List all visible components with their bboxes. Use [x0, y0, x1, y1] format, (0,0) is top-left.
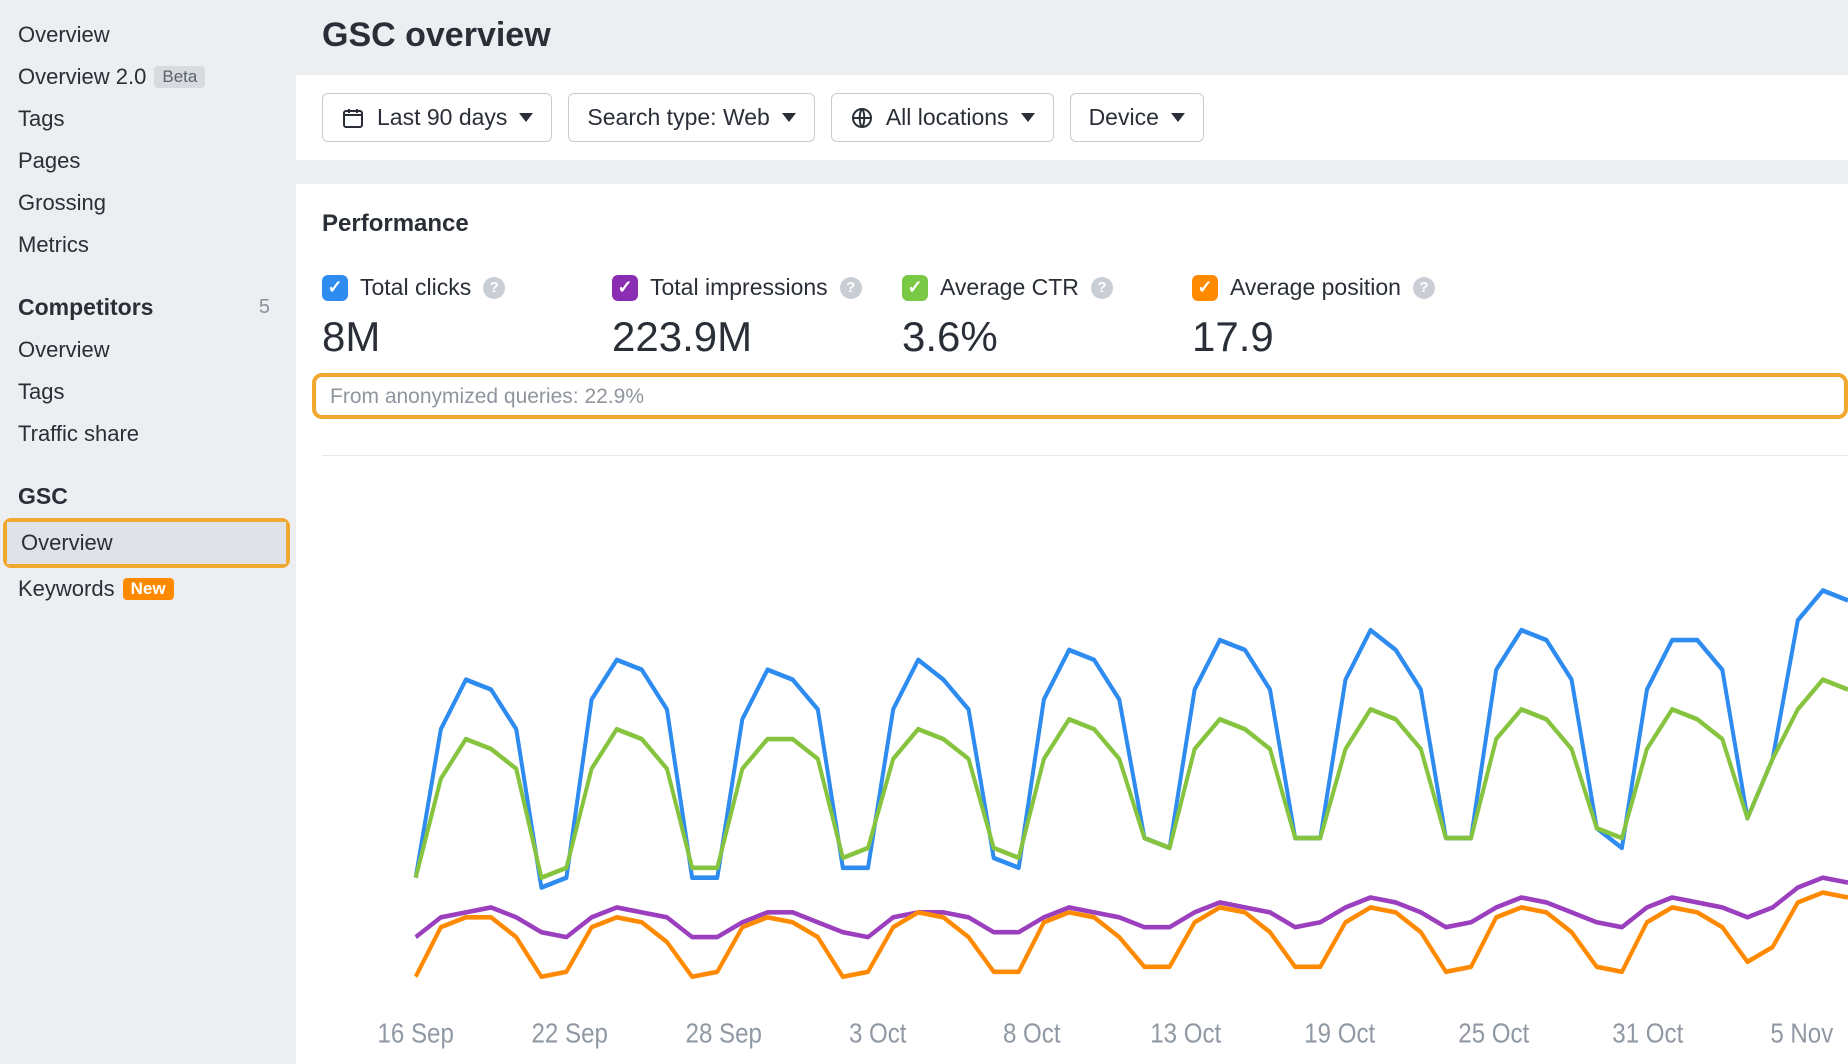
- performance-panel: Performance ✓Total clicks?8M✓Total impre…: [296, 184, 1848, 1064]
- calendar-icon: [341, 106, 365, 130]
- beta-badge: Beta: [154, 66, 205, 88]
- x-tick-label: 25 Oct: [1458, 1017, 1530, 1049]
- sidebar-item[interactable]: Overview: [7, 522, 286, 564]
- x-tick-label: 5 Nov: [1770, 1017, 1833, 1049]
- sidebar-item[interactable]: Overview: [0, 14, 296, 56]
- metric-checkbox[interactable]: ✓: [902, 275, 928, 301]
- sidebar-item[interactable]: Grossing: [0, 182, 296, 224]
- x-tick-label: 13 Oct: [1150, 1017, 1222, 1049]
- metric-checkbox[interactable]: ✓: [612, 275, 638, 301]
- sidebar-item[interactable]: Keywords New: [0, 568, 296, 610]
- metric-label: Average position: [1230, 274, 1401, 301]
- sidebar-item-label: Grossing: [18, 190, 106, 216]
- x-tick-label: 28 Sep: [686, 1017, 762, 1049]
- filter-locations-label: All locations: [886, 104, 1009, 131]
- anonymized-note: From anonymized queries: 22.9%: [330, 385, 644, 408]
- sidebar-top-group: Overview Overview 2.0 Beta Tags Pages Grossin…: [0, 14, 296, 266]
- metric-value: 3.6%: [902, 313, 1192, 361]
- filter-bar: Last 90 days Search type: Web All locati…: [296, 75, 1848, 160]
- metric-label: Average CTR: [940, 274, 1079, 301]
- help-icon[interactable]: ?: [840, 277, 862, 299]
- x-tick-label: 31 Oct: [1612, 1017, 1684, 1049]
- sidebar-item-label: Traffic share: [18, 421, 139, 447]
- sidebar-item[interactable]: Overview 2.0 Beta: [0, 56, 296, 98]
- x-tick-label: 8 Oct: [1003, 1017, 1061, 1049]
- filter-search-type[interactable]: Search type: Web: [568, 93, 814, 142]
- new-badge: New: [123, 578, 174, 600]
- sidebar-item[interactable]: Tags: [0, 371, 296, 413]
- sidebar-section-competitors[interactable]: Competitors 5: [0, 284, 296, 329]
- sidebar-competitors-group: Overview Tags Traffic share: [0, 329, 296, 455]
- x-tick-label: 22 Sep: [532, 1017, 608, 1049]
- sidebar-item-label: Overview 2.0: [18, 64, 146, 90]
- metric-average-position: ✓ Average position? 17.9: [1192, 274, 1482, 361]
- sidebar: Overview Overview 2.0 Beta Tags Pages Grossin…: [0, 0, 296, 1064]
- filter-device[interactable]: Device: [1070, 93, 1204, 142]
- chevron-down-icon: [1171, 113, 1185, 122]
- metric-label: Total impressions: [650, 274, 828, 301]
- sidebar-count: 5: [259, 296, 270, 319]
- filter-locations[interactable]: All locations: [831, 93, 1054, 142]
- sidebar-item-label: Metrics: [18, 232, 89, 258]
- x-tick-label: 19 Oct: [1304, 1017, 1376, 1049]
- metric-checkbox[interactable]: ✓: [322, 275, 348, 301]
- x-tick-label: 16 Sep: [378, 1017, 454, 1049]
- page-title: GSC overview: [296, 0, 1848, 75]
- sidebar-item-label: Tags: [18, 106, 64, 132]
- chevron-down-icon: [1021, 113, 1035, 122]
- globe-icon: [850, 106, 874, 130]
- metrics-row: ✓Total clicks?8M✓Total impressions?223.9…: [322, 274, 1848, 361]
- filter-date[interactable]: Last 90 days: [322, 93, 552, 142]
- sidebar-section-label: GSC: [18, 483, 68, 510]
- metric-average-ctr: ✓ Average CTR? 3.6%: [902, 274, 1192, 361]
- sidebar-section-gsc[interactable]: GSC: [0, 473, 296, 518]
- help-icon[interactable]: ?: [1091, 277, 1113, 299]
- filter-date-label: Last 90 days: [377, 104, 507, 131]
- help-icon[interactable]: ?: [483, 277, 505, 299]
- sidebar-item[interactable]: Overview: [0, 329, 296, 371]
- performance-chart[interactable]: 16 Sep 22 Sep 28 Sep 3 Oct 8 Oct 13 Oct 19 Oct…: [322, 455, 1848, 1064]
- panel-title: Performance: [322, 210, 1848, 238]
- sidebar-item[interactable]: Traffic share: [0, 413, 296, 455]
- filter-device-label: Device: [1089, 104, 1159, 131]
- anonymized-highlight: From anonymized queries: 22.9%: [312, 373, 1848, 419]
- chart-series: [416, 591, 1848, 888]
- sidebar-item[interactable]: Tags: [0, 98, 296, 140]
- sidebar-item-label: Overview: [18, 22, 110, 48]
- sidebar-gsc-group: Overview Keywords New: [0, 518, 296, 610]
- metric-total-impressions: ✓ Total impressions? 223.9M: [612, 274, 902, 361]
- metric-value: 8M: [322, 313, 612, 361]
- sidebar-item-label: Tags: [18, 379, 64, 405]
- help-icon[interactable]: ?: [1413, 277, 1435, 299]
- filter-search-type-label: Search type: Web: [587, 104, 769, 131]
- sidebar-highlight: Overview: [3, 518, 290, 568]
- x-tick-label: 3 Oct: [849, 1017, 907, 1049]
- sidebar-section-label: Competitors: [18, 294, 153, 321]
- sidebar-item[interactable]: Pages: [0, 140, 296, 182]
- chevron-down-icon: [519, 113, 533, 122]
- sidebar-item-label: Keywords: [18, 576, 115, 602]
- sidebar-item-label: Overview: [18, 337, 110, 363]
- app-root: Overview Overview 2.0 Beta Tags Pages Grossin…: [0, 0, 1848, 1064]
- main-area: GSC overview Last 90 days Search type: W…: [296, 0, 1848, 1064]
- sidebar-item[interactable]: Metrics: [0, 224, 296, 266]
- metric-checkbox[interactable]: ✓: [1192, 275, 1218, 301]
- sidebar-item-label: Overview: [21, 530, 113, 556]
- chart-series: [416, 878, 1848, 937]
- chevron-down-icon: [782, 113, 796, 122]
- metric-total-clicks: ✓ Total clicks? 8M: [322, 274, 612, 361]
- metric-value: 17.9: [1192, 313, 1482, 361]
- metric-label: Total clicks: [360, 274, 471, 301]
- chart-series: [416, 893, 1848, 977]
- sidebar-item-label: Pages: [18, 148, 80, 174]
- metric-value: 223.9M: [612, 313, 902, 361]
